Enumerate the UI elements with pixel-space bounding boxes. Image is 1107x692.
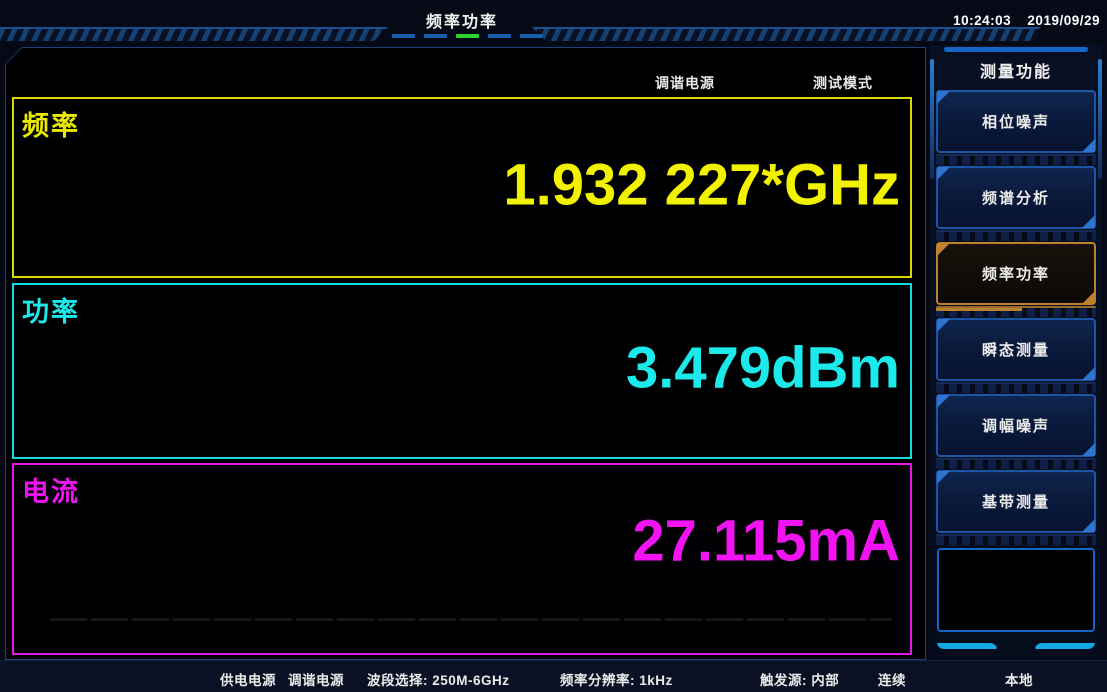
status-supply-power: 供电电源 — [220, 669, 276, 689]
sidebar-button-baseband-measure[interactable]: 基带测量 — [936, 470, 1096, 533]
sidebar-title: 测量功能 — [930, 52, 1102, 90]
button-separator — [936, 306, 1096, 317]
sidebar-button-label: 频谱分析 — [982, 187, 1050, 208]
tab-dash-active-indicator — [456, 34, 479, 38]
page-title: 频率功率 — [392, 8, 532, 32]
power-label: 功率 — [22, 290, 80, 329]
tuning-power-label: 调谐电源 — [655, 73, 715, 93]
sidebar-bottom-bracket-decoration — [930, 635, 1102, 651]
top-bar: 频率功率 10:24:03 2019/09/29 — [0, 0, 1107, 46]
sidebar-button-label: 频率功率 — [982, 263, 1050, 284]
power-value: 3.479dBm — [626, 340, 900, 398]
status-frequency-resolution: 频率分辨率: 1kHz — [560, 669, 673, 689]
button-separator — [936, 230, 1096, 241]
current-label: 电流 — [22, 470, 80, 509]
clock: 10:24:03 2019/09/29 — [953, 13, 1100, 28]
time-text: 10:24:03 — [953, 13, 1011, 28]
sidebar-button-label: 瞬态测量 — [982, 339, 1050, 360]
current-readout-box: 电流 27.115mA — [12, 463, 912, 655]
status-local-mode: 本地 — [1005, 669, 1033, 689]
tab-dash — [488, 34, 511, 38]
tab-dash — [392, 34, 415, 38]
status-band-select: 波段选择: 250M-6GHz — [367, 669, 510, 689]
main-panel-frame: 调谐电源 测试模式 频率 1.932 227*GHz 功率 3.479dBm 电… — [5, 47, 926, 660]
status-bar: 供电电源 调谐电源 波段选择: 250M-6GHz 频率分辨率: 1kHz 触发… — [0, 660, 1107, 692]
frequency-value: 1.932 227*GHz — [503, 156, 900, 214]
sidebar-button-phase-noise[interactable]: 相位噪声 — [936, 90, 1096, 153]
scale-tick-line — [50, 618, 892, 621]
status-tuning-power: 调谐电源 — [288, 669, 344, 689]
button-separator — [936, 458, 1096, 469]
power-readout-box: 功率 3.479dBm — [12, 283, 912, 459]
sidebar-button-transient-measure[interactable]: 瞬态测量 — [936, 318, 1096, 381]
sidebar-button-spectrum-analysis[interactable]: 频谱分析 — [936, 166, 1096, 229]
sidebar-button-label: 调幅噪声 — [982, 415, 1050, 436]
sidebar-button-label: 基带测量 — [982, 491, 1050, 512]
sidebar-measure-functions: 测量功能 相位噪声 频谱分析 频率功率 瞬态测量 调幅噪声 基带测量 — [930, 45, 1102, 661]
sidebar-button-am-noise[interactable]: 调幅噪声 — [936, 394, 1096, 457]
frequency-readout-box: 频率 1.932 227*GHz — [12, 97, 912, 278]
status-trigger-source: 触发源: 内部 — [760, 669, 839, 689]
date-text: 2019/09/29 — [1027, 13, 1100, 28]
sidebar-button-frequency-power[interactable]: 频率功率 — [936, 242, 1096, 305]
main-panel: 调谐电源 测试模式 频率 1.932 227*GHz 功率 3.479dBm 电… — [6, 48, 925, 659]
sidebar-display-box — [937, 548, 1095, 632]
button-separator — [936, 534, 1096, 545]
title-tab-dashes — [392, 34, 543, 38]
button-separator — [936, 154, 1096, 165]
test-mode-label: 测试模式 — [813, 73, 873, 93]
tab-dash — [424, 34, 447, 38]
frequency-label: 频率 — [22, 104, 80, 143]
status-continuous: 连续 — [878, 669, 906, 689]
button-separator — [936, 382, 1096, 393]
top-right-hatch-decoration — [532, 27, 1040, 41]
instrument-screen: { "header": { "title": "频率功率", "time": "… — [0, 0, 1107, 692]
current-value: 27.115mA — [632, 513, 900, 571]
tab-dash — [520, 34, 543, 38]
sidebar-button-label: 相位噪声 — [982, 111, 1050, 132]
top-left-hatch-decoration — [0, 27, 388, 41]
